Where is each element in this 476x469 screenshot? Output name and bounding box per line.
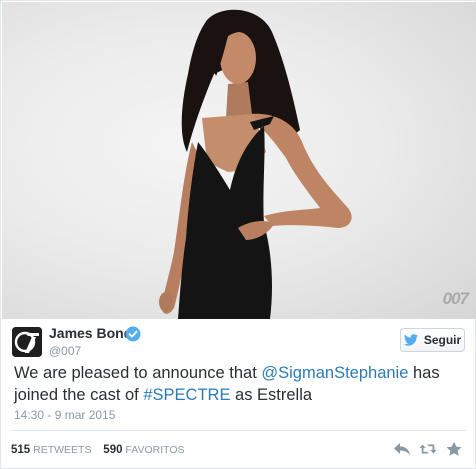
user-screen-name[interactable]: @007 [49, 344, 81, 358]
photo-watermark: 007 [442, 289, 469, 308]
divider [11, 430, 467, 431]
photo-woman-black-dress [159, 9, 352, 319]
tweet-actions [389, 438, 467, 460]
verified-badge-icon [125, 326, 141, 342]
twitter-bird-icon [403, 334, 418, 346]
avatar[interactable] [12, 327, 42, 357]
tweet-text-part3: as Estrella [230, 386, 313, 404]
favorites-label[interactable]: FAVORITOS [125, 444, 184, 456]
favorite-icon [446, 441, 462, 456]
tweet-photo[interactable]: 007 [2, 2, 476, 319]
retweets-count[interactable]: 515 [11, 444, 30, 456]
reply-icon [394, 443, 410, 455]
follow-button[interactable]: Seguir [400, 328, 465, 352]
tweet-text: We are pleased to announce that @SigmanS… [14, 362, 464, 406]
retweet-icon [419, 444, 437, 454]
favorites-count[interactable]: 590 [103, 444, 122, 456]
tweet-timestamp[interactable]: 14:30 - 9 mar 2015 [14, 408, 115, 422]
007-logo-icon [12, 327, 42, 357]
hashtag-link[interactable]: #SPECTRE [143, 386, 230, 404]
tweet-text-part1: We are pleased to announce that [14, 364, 262, 382]
follow-button-label: Seguir [423, 333, 462, 347]
tweet-card: 007 James Bond @007 Seguir We are please… [0, 0, 476, 469]
tweet-stats: 515 RETWEETS 590 FAVORITOS [11, 444, 185, 456]
mention-link[interactable]: @SigmanStephanie [261, 364, 408, 382]
reply-button[interactable] [389, 438, 415, 460]
user-display-name[interactable]: James Bond [49, 325, 132, 341]
retweet-button[interactable] [415, 438, 441, 460]
favorite-button[interactable] [441, 438, 467, 460]
retweets-label[interactable]: RETWEETS [33, 444, 91, 456]
